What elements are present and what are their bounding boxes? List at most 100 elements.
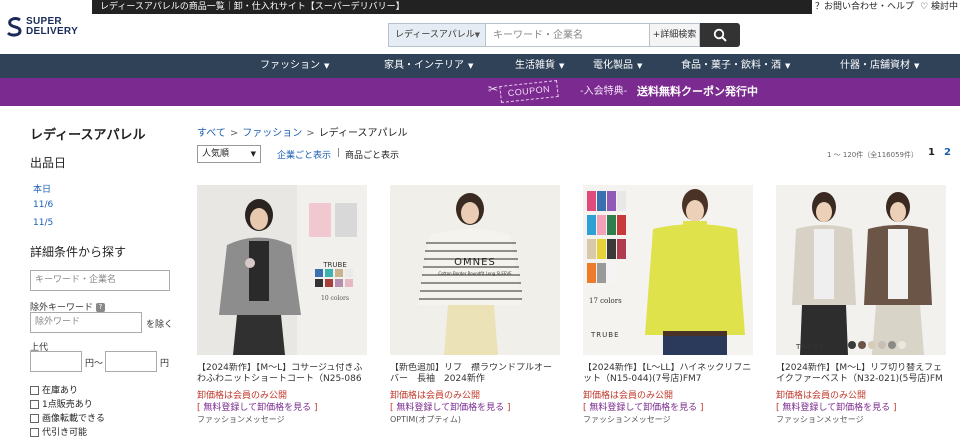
site-tagline: レディースアパレルの商品一覧｜卸・仕入れサイト【スーパーデリバリー】: [92, 0, 812, 14]
product-title[interactable]: 【2024新作】【L〜LL】ハイネックリブニット（N15-044)(7号店)FM…: [583, 363, 753, 385]
checkbox[interactable]: [30, 428, 39, 437]
image-colors-text: 17 colors: [589, 297, 622, 305]
checkbox-single-item[interactable]: 1点販売あり: [30, 397, 93, 410]
search-input[interactable]: [486, 23, 650, 47]
top-bar: レディースアパレルの商品一覧｜卸・仕入れサイト【スーパーデリバリー】 ？お問い合…: [0, 0, 960, 14]
category-nav: ファッション ▼ 家具・インテリア ▼ 生活雑貨 ▼ 電化製品 ▼ 食品・菓子・飲料・酒…: [0, 54, 960, 78]
sort-select[interactable]: 人気順 ▼: [197, 145, 261, 163]
breadcrumb-fashion[interactable]: ファッション: [242, 128, 302, 139]
product-title[interactable]: 【新色追加】リブ 襟ラウンドプルオーバー 長袖 2024新作: [390, 363, 560, 385]
product-brand[interactable]: ファッションメッセージ: [583, 414, 671, 425]
sidebar-keyword-input[interactable]: キーワード・企業名: [30, 270, 170, 291]
checkbox-in-stock[interactable]: 在庫あり: [30, 383, 78, 396]
chevron-down-icon: ▼: [637, 62, 643, 70]
price-from-suffix: 円〜: [85, 359, 104, 369]
search-icon: [713, 28, 727, 42]
chevron-right-icon: >: [306, 128, 315, 139]
search-button[interactable]: [700, 23, 740, 47]
chevron-down-icon: ▼: [250, 150, 256, 158]
nav-item-fixtures[interactable]: 什器・店舗資材 ▼: [840, 54, 919, 78]
logo-text-delivery: DELIVERY: [26, 26, 79, 37]
promo-banner[interactable]: ✂ COUPON -入会特典- 送料無料クーポン発行中: [0, 78, 960, 106]
product-card[interactable]: 17 colors TRUBE 【2024新作】【L〜LL】ハイネックリブニット…: [583, 185, 753, 438]
product-brand[interactable]: ファッションメッセージ: [197, 414, 285, 425]
price-to-suffix: 円: [160, 359, 170, 369]
checkbox-cod[interactable]: 代引き可能: [30, 425, 87, 438]
list-toolbar: 人気順 ▼ 企業ごと表示 | 商品ごと表示 1 〜 120件（全116059件） …: [197, 145, 960, 165]
sidebar-heading: レディースアパレル: [30, 128, 146, 143]
search-category-label: レディースアパレル: [395, 30, 475, 40]
favorites-link[interactable]: ♡ 検討中: [920, 0, 958, 14]
nav-item-electronics[interactable]: 電化製品 ▼: [593, 54, 642, 78]
image-brand-text: TRUBE: [590, 331, 620, 339]
register-link-text[interactable]: 無料登録して卸価格を見る: [396, 403, 504, 413]
page-2-link[interactable]: 2: [944, 147, 951, 158]
checkbox[interactable]: [30, 414, 39, 423]
logo-mark-icon: [6, 17, 22, 37]
coupon-badge: COUPON: [499, 80, 559, 103]
exclude-suffix: を除く: [146, 320, 174, 330]
view-by-company-link[interactable]: 企業ごと表示: [277, 148, 331, 161]
checkbox-label: 画像転載できる: [42, 414, 105, 424]
promo-headline: 送料無料クーポン発行中: [637, 85, 758, 98]
product-brand[interactable]: ファッションメッセージ: [776, 414, 864, 425]
nav-label: ファッション: [260, 60, 320, 71]
checkbox-image-reuse[interactable]: 画像転載できる: [30, 411, 105, 424]
image-sub-text: Cotton Border Roundfit Long SLEEVE: [438, 271, 512, 276]
image-brand-text: TRUBE: [322, 261, 347, 269]
product-image[interactable]: TRUBE 10 colors: [197, 185, 367, 355]
nav-item-fashion[interactable]: ファッション ▼: [260, 54, 329, 78]
register-link-text[interactable]: 無料登録して卸価格を見る: [203, 403, 311, 413]
nav-label: 電化製品: [593, 60, 633, 71]
product-image[interactable]: OMNES Cotton Border Roundfit Long SLEEVE: [390, 185, 560, 355]
product-card[interactable]: TRUBE 10 colors 【2024新作】【M〜L】コサージュ付きふわふわ…: [197, 185, 367, 438]
date-link-1106[interactable]: 11/6: [33, 200, 53, 210]
promo-prefix: -入会特典-: [580, 86, 628, 97]
divider: |: [337, 148, 341, 158]
chevron-down-icon: ▼: [468, 62, 474, 70]
checkbox[interactable]: [30, 386, 39, 395]
nav-item-furniture[interactable]: 家具・インテリア ▼: [384, 54, 473, 78]
product-brand[interactable]: OPTIM(オプティム): [390, 414, 461, 425]
search-bar: レディースアパレル ▼ +詳細検索: [388, 23, 752, 47]
help-icon[interactable]: ?: [96, 303, 106, 312]
register-link[interactable]: [ 無料登録して卸価格を見る ]: [776, 400, 896, 413]
checkbox-label: 在庫あり: [42, 386, 79, 396]
price-min-input[interactable]: [30, 351, 82, 372]
advanced-search-button[interactable]: +詳細検索: [650, 23, 700, 47]
date-section-title: 出品日: [30, 156, 67, 170]
breadcrumb-current: レディースアパレル: [318, 128, 408, 139]
result-count: 1 〜 120件（全116059件）: [827, 151, 918, 159]
product-title[interactable]: 【2024新作】【M〜L】コサージュ付きふわふわニットショートコート（N25-0…: [197, 363, 367, 385]
checkbox-label: 代引き可能: [42, 428, 88, 438]
nav-label: 生活雑貨: [515, 60, 555, 71]
search-category-select[interactable]: レディースアパレル ▼: [388, 23, 486, 47]
nav-item-food[interactable]: 食品・菓子・飲料・酒 ▼: [681, 54, 790, 78]
exclude-keyword-input[interactable]: 除外ワード: [30, 312, 142, 333]
breadcrumb-all[interactable]: すべて: [197, 128, 226, 139]
product-image[interactable]: 17 colors TRUBE: [583, 185, 753, 355]
date-link-today[interactable]: 本日: [33, 182, 51, 195]
breadcrumb: すべて > ファッション > レディースアパレル: [197, 124, 408, 139]
product-image[interactable]: TRUBE: [776, 185, 946, 355]
checkbox[interactable]: [30, 400, 39, 409]
register-link-text[interactable]: 無料登録して卸価格を見る: [782, 403, 890, 413]
nav-item-goods[interactable]: 生活雑貨 ▼: [515, 54, 564, 78]
register-link[interactable]: [ 無料登録して卸価格を見る ]: [197, 400, 317, 413]
product-card[interactable]: TRUBE 【2024新作】【M〜L】リブ切り替えフェイクファーベスト（N32-…: [776, 185, 946, 438]
help-link[interactable]: ？お問い合わせ・ヘルプ: [815, 0, 914, 14]
register-link-text[interactable]: 無料登録して卸価格を見る: [589, 403, 697, 413]
date-link-1105[interactable]: 11/5: [33, 218, 53, 228]
image-brand-text: TRUBE: [795, 343, 825, 351]
price-max-input[interactable]: [105, 351, 157, 372]
checkbox-label: 1点販売あり: [42, 400, 93, 410]
nav-label: 什器・店舗資材: [840, 60, 910, 71]
register-link[interactable]: [ 無料登録して卸価格を見る ]: [583, 400, 703, 413]
chevron-down-icon: ▼: [914, 62, 920, 70]
view-by-product-label: 商品ごと表示: [345, 151, 400, 161]
product-card[interactable]: OMNES Cotton Border Roundfit Long SLEEVE…: [390, 185, 560, 438]
chevron-down-icon: ▼: [559, 62, 565, 70]
site-logo[interactable]: SUPER DELIVERY: [6, 14, 96, 44]
register-link[interactable]: [ 無料登録して卸価格を見る ]: [390, 400, 510, 413]
product-title[interactable]: 【2024新作】【M〜L】リブ切り替えフェイクファーベスト（N32-021)(5…: [776, 363, 946, 385]
